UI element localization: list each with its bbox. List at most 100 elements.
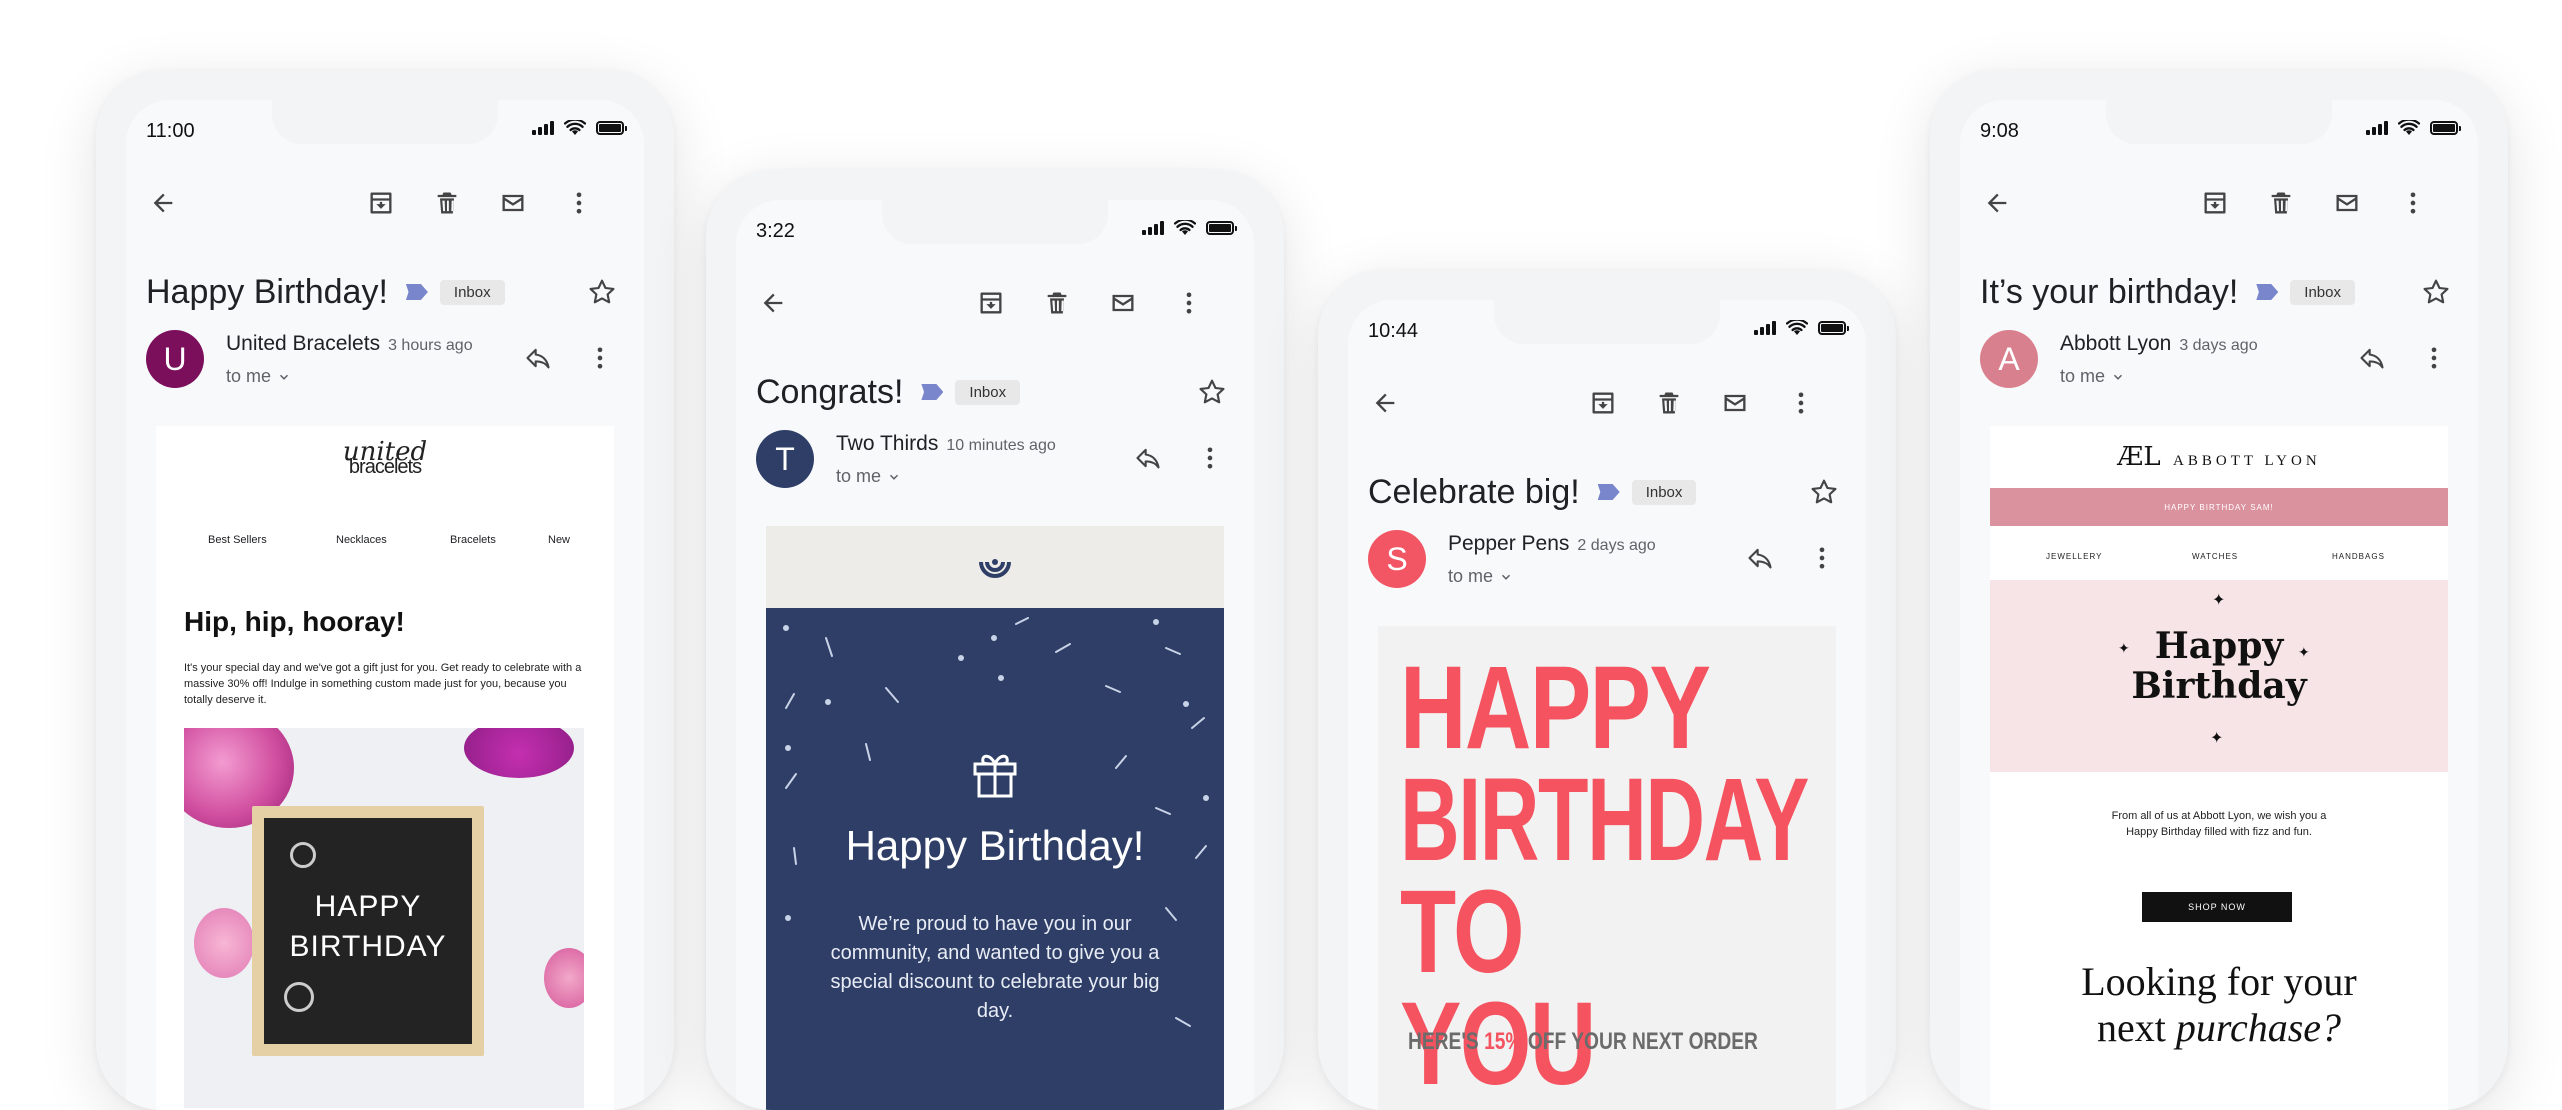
- archive-button[interactable]: [2192, 180, 2238, 226]
- star-icon[interactable]: [586, 276, 618, 308]
- more-vert-icon: [1798, 392, 1804, 414]
- sender-name[interactable]: United Bracelets: [226, 332, 380, 355]
- status-time: 3:22: [756, 220, 795, 242]
- avatar[interactable]: T: [756, 430, 814, 488]
- reply-icon: [2360, 348, 2384, 369]
- footer-plain: next: [2096, 1005, 2166, 1050]
- message-more-button[interactable]: [2414, 338, 2454, 378]
- arrow-back-icon: [763, 293, 783, 313]
- recipient-label: to me: [836, 466, 882, 486]
- arrow-back-icon: [153, 193, 173, 213]
- sender-info: United Bracelets 3 hours ago: [226, 332, 473, 356]
- archive-button[interactable]: [358, 180, 404, 226]
- inbox-label[interactable]: Inbox: [439, 279, 505, 305]
- avatar[interactable]: U: [146, 330, 204, 388]
- recipient-toggle[interactable]: to me: [836, 466, 901, 487]
- sender-row: T Two Thirds 10 minutes ago to me: [756, 428, 1234, 490]
- inbox-label[interactable]: Inbox: [2290, 279, 2355, 305]
- board-text-line-1: HAPPY: [314, 890, 422, 923]
- back-button[interactable]: [750, 280, 796, 326]
- charm-decoration: [284, 982, 314, 1012]
- email-body: HAPPY BIRTHDAY TO YOU HERE'S 15% OFF YOU…: [1378, 626, 1836, 1110]
- email-nav: Best Sellers Necklaces Bracelets New: [156, 534, 614, 550]
- email-toolbar: [1348, 380, 1866, 426]
- charm-decoration: [290, 842, 316, 868]
- chevron-down-icon: [1501, 574, 1511, 580]
- more-options-button[interactable]: [2390, 180, 2436, 226]
- status-time: 10:44: [1368, 320, 1419, 342]
- nav-link[interactable]: Bracelets: [450, 534, 496, 546]
- sender-row: U United Bracelets 3 hours ago to me: [146, 328, 624, 390]
- sender-name[interactable]: Abbott Lyon: [2060, 332, 2171, 355]
- phone-screen: 11:00 Happy Birthday! Inbox U United Bra…: [126, 100, 644, 1110]
- archive-button[interactable]: [1580, 380, 1626, 426]
- sparkle-icon: ✦: [2212, 592, 2226, 609]
- more-options-button[interactable]: [1778, 380, 1824, 426]
- recipient-toggle[interactable]: to me: [1448, 566, 1513, 587]
- reply-button[interactable]: [1740, 538, 1780, 578]
- nav-link[interactable]: Necklaces: [336, 534, 387, 546]
- nav-link[interactable]: WATCHES: [2192, 552, 2238, 561]
- mark-unread-button[interactable]: [490, 180, 536, 226]
- email-text: It's your special day and we've got a gi…: [184, 662, 582, 706]
- message-more-button[interactable]: [580, 338, 620, 378]
- nav-link[interactable]: JEWELLERY: [2046, 552, 2102, 561]
- more-options-button[interactable]: [1166, 280, 1212, 326]
- birthday-photo: HAPPY BIRTHDAY: [184, 728, 584, 1108]
- mark-unread-button[interactable]: [2324, 180, 2370, 226]
- label-icon: [2256, 284, 2279, 300]
- back-button[interactable]: [140, 180, 186, 226]
- delete-button[interactable]: [2258, 180, 2304, 226]
- star-icon[interactable]: [2420, 276, 2452, 308]
- notch: [882, 200, 1108, 244]
- message-more-button[interactable]: [1190, 438, 1230, 478]
- nav-link[interactable]: New: [548, 534, 570, 546]
- mark-unread-button[interactable]: [1100, 280, 1146, 326]
- mark-unread-button[interactable]: [1712, 380, 1758, 426]
- star-icon[interactable]: [1196, 376, 1228, 408]
- message-more-button[interactable]: [1802, 538, 1842, 578]
- reply-button[interactable]: [1128, 438, 1168, 478]
- sender-name[interactable]: Pepper Pens: [1448, 532, 1569, 555]
- letter-board-felt: HAPPY BIRTHDAY: [264, 818, 472, 1044]
- archive-icon: [2204, 192, 2226, 214]
- star-icon[interactable]: [1808, 476, 1840, 508]
- inbox-label[interactable]: Inbox: [1631, 479, 1697, 505]
- more-options-button[interactable]: [556, 180, 602, 226]
- inbox-label[interactable]: Inbox: [955, 379, 1021, 405]
- sender-name[interactable]: Two Thirds: [836, 432, 938, 455]
- back-button[interactable]: [1362, 380, 1408, 426]
- battery-icon: [596, 121, 627, 135]
- reply-button[interactable]: [2352, 338, 2392, 378]
- recipient-label: to me: [2060, 366, 2106, 386]
- delete-button[interactable]: [1646, 380, 1692, 426]
- nav-link[interactable]: HANDBAGS: [2332, 552, 2385, 561]
- nav-link[interactable]: Best Sellers: [208, 534, 267, 546]
- more-vert-icon: [1207, 447, 1213, 469]
- promo-banner-text: HAPPY BIRTHDAY SAM!: [2164, 502, 2274, 512]
- signal-icon: [532, 121, 554, 135]
- signal-icon: [1142, 221, 1164, 235]
- phone-pepper-pens: 10:44 Celebrate big! Inbox S Pepper Pens…: [1318, 270, 1896, 1110]
- back-button[interactable]: [1974, 180, 2020, 226]
- email-subject: Congrats!: [756, 372, 904, 411]
- brand-logo-icon: [979, 559, 1011, 578]
- brand-logo: ÆL ABBOTT LYON: [1990, 442, 2448, 472]
- shop-now-button[interactable]: SHOP NOW: [2142, 892, 2292, 922]
- reply-button[interactable]: [518, 338, 558, 378]
- archive-button[interactable]: [968, 280, 1014, 326]
- recipient-toggle[interactable]: to me: [2060, 366, 2125, 387]
- delete-button[interactable]: [424, 180, 470, 226]
- sender-info: Pepper Pens 2 days ago: [1448, 532, 1656, 556]
- delete-button[interactable]: [1034, 280, 1080, 326]
- sparkle-icon: ✦: [2298, 644, 2310, 660]
- recipient-toggle[interactable]: to me: [226, 366, 291, 387]
- hero-line-1: Happy: [2154, 625, 2284, 667]
- phone-screen: 10:44 Celebrate big! Inbox S Pepper Pens…: [1348, 300, 1866, 1110]
- hero-line-1: HAPPY: [1400, 642, 1711, 774]
- avatar[interactable]: A: [1980, 330, 2038, 388]
- mail-icon: [1112, 294, 1134, 312]
- avatar[interactable]: S: [1368, 530, 1426, 588]
- footer-italic: purchase?: [2175, 1005, 2342, 1050]
- trash-icon: [2271, 192, 2291, 214]
